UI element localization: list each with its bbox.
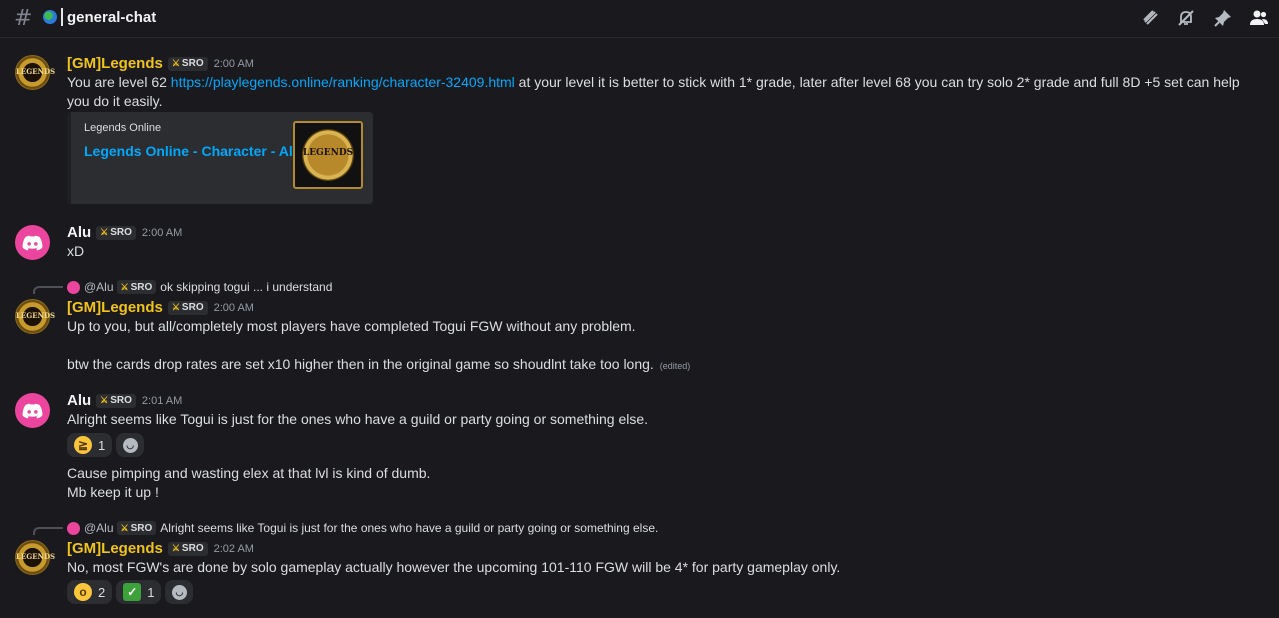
username[interactable]: [GM]Legends bbox=[67, 540, 163, 557]
embed-title[interactable]: Legends Online - Character - Alu bbox=[84, 143, 301, 159]
timestamp: 2:01 AM bbox=[141, 394, 183, 407]
reply-spine bbox=[33, 527, 63, 535]
message-text: btw the cards drop rates are set x10 hig… bbox=[67, 356, 691, 372]
edited-label: (edited) bbox=[659, 361, 691, 371]
pin-icon[interactable] bbox=[1213, 8, 1233, 28]
username[interactable]: Alu bbox=[67, 224, 91, 241]
avatar[interactable]: LEGENDS bbox=[15, 540, 55, 575]
username[interactable]: Alu bbox=[67, 392, 91, 409]
reaction-count: 2 bbox=[98, 584, 106, 600]
sword-icon: ⚔ bbox=[171, 543, 180, 553]
reply-spine bbox=[33, 286, 63, 294]
reactions: ≧ 1 ◡ bbox=[67, 433, 145, 457]
server-tag[interactable]: ⚔ SRO bbox=[167, 541, 208, 556]
members-icon[interactable] bbox=[1249, 8, 1269, 28]
reply-text: Alright seems like Togui is just for the… bbox=[160, 521, 659, 535]
server-tag[interactable]: ⚔ SRO bbox=[96, 393, 136, 408]
reaction-count: 1 bbox=[147, 584, 155, 600]
add-reaction-icon: ◡ bbox=[171, 584, 187, 600]
avatar[interactable] bbox=[15, 393, 50, 428]
reply-avatar bbox=[67, 521, 80, 535]
reactions: o 2 ✓ 1 ◡ bbox=[67, 580, 194, 604]
username[interactable]: [GM]Legends bbox=[67, 55, 163, 72]
notifications-muted-icon[interactable] bbox=[1176, 8, 1196, 28]
add-reaction-icon: ◡ bbox=[122, 437, 138, 453]
server-tag: ⚔ SRO bbox=[116, 521, 157, 535]
discord-icon bbox=[22, 403, 43, 418]
username[interactable]: [GM]Legends bbox=[67, 299, 163, 316]
laughing-emoji-icon: ≧ bbox=[74, 436, 92, 454]
threads-icon[interactable] bbox=[1141, 8, 1161, 28]
channel-title: general-chat bbox=[67, 9, 157, 26]
title-separator bbox=[61, 8, 63, 26]
sword-icon: ⚔ bbox=[171, 302, 180, 312]
message-text: Up to you, but all/completely most playe… bbox=[67, 318, 636, 334]
channel-hash-icon: # bbox=[14, 6, 33, 31]
server-tag[interactable]: ⚔ SRO bbox=[167, 300, 208, 315]
sword-icon: ⚔ bbox=[120, 281, 129, 292]
sword-icon: ⚔ bbox=[120, 522, 129, 533]
sword-icon: ⚔ bbox=[100, 227, 109, 237]
add-reaction-button[interactable]: ◡ bbox=[165, 580, 194, 604]
reply-avatar bbox=[67, 280, 80, 294]
reaction-check[interactable]: ✓ 1 bbox=[116, 580, 162, 604]
message-text: Cause pimping and wasting elex at that l… bbox=[67, 465, 431, 481]
reaction-laughing[interactable]: ≧ 1 bbox=[67, 433, 113, 457]
timestamp: 2:02 AM bbox=[213, 542, 254, 555]
avatar[interactable]: LEGENDS bbox=[15, 299, 55, 334]
avatar[interactable]: LEGENDS bbox=[15, 55, 55, 90]
check-mark-emoji-icon: ✓ bbox=[123, 583, 142, 601]
channel-header: # general-chat bbox=[0, 0, 1279, 38]
sword-icon: ⚔ bbox=[171, 58, 180, 68]
reply-username[interactable]: @Alu bbox=[84, 521, 114, 535]
sword-icon: ⚔ bbox=[100, 395, 109, 405]
reply-preview[interactable]: @Alu ⚔ SRO Alright seems like Togui is ju… bbox=[67, 521, 658, 535]
timestamp: 2:00 AM bbox=[213, 57, 254, 70]
server-tag[interactable]: ⚔ SRO bbox=[96, 225, 136, 240]
avatar[interactable] bbox=[15, 225, 50, 260]
globe-icon bbox=[43, 10, 57, 24]
timestamp: 2:00 AM bbox=[213, 301, 254, 314]
message-link[interactable]: https://playlegends.online/ranking/chara… bbox=[171, 74, 515, 90]
message-text: Alright seems like Togui is just for the… bbox=[67, 411, 649, 427]
message-text: You are level 62 https://playlegends.onl… bbox=[67, 74, 1240, 109]
reaction-count: 1 bbox=[98, 437, 106, 453]
reply-username[interactable]: @Alu bbox=[84, 280, 114, 294]
message-text: No, most FGW's are done by solo gameplay… bbox=[67, 559, 841, 575]
discord-icon bbox=[22, 235, 43, 250]
embed-thumbnail[interactable]: LEGENDS bbox=[293, 121, 363, 189]
hushed-face-emoji-icon: o bbox=[74, 583, 92, 601]
reaction-hushed[interactable]: o 2 bbox=[67, 580, 113, 604]
message-text: xD bbox=[67, 243, 85, 259]
server-tag: ⚔ SRO bbox=[116, 280, 157, 294]
reply-text: ok skipping togui ... i understand bbox=[160, 280, 333, 294]
add-reaction-button[interactable]: ◡ bbox=[116, 433, 145, 457]
embed-provider: Legends Online bbox=[84, 122, 162, 134]
link-embed: Legends Online Legends Online - Characte… bbox=[67, 112, 373, 204]
reply-preview[interactable]: @Alu ⚔ SRO ok skipping togui ... i unders… bbox=[67, 280, 332, 294]
message-text: Mb keep it up ! bbox=[67, 484, 159, 500]
server-tag[interactable]: ⚔ SRO bbox=[167, 56, 208, 71]
timestamp: 2:00 AM bbox=[141, 226, 183, 239]
